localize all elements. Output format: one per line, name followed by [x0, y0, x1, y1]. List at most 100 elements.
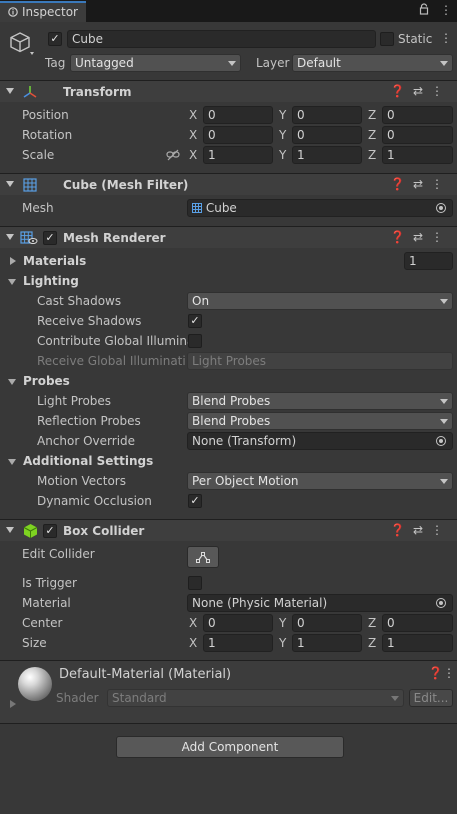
- foldout-arrow-icon[interactable]: [6, 181, 14, 187]
- scale-z-field[interactable]: 1: [382, 146, 453, 164]
- mesh-renderer-header[interactable]: ✓ Mesh Renderer ❓⇄⋮: [0, 226, 457, 248]
- tag-dropdown[interactable]: Untagged: [70, 54, 241, 72]
- chevron-down-icon: [228, 61, 236, 66]
- axis-y-label: Y: [279, 636, 287, 650]
- object-picker-icon[interactable]: [436, 598, 446, 608]
- size-z-field[interactable]: 1: [382, 634, 453, 652]
- tab-inspector[interactable]: Inspector: [0, 1, 86, 22]
- static-dropdown-icon[interactable]: ⋮: [440, 31, 452, 45]
- receive-shadows-label: Receive Shadows: [37, 314, 142, 328]
- collider-material-field[interactable]: None (Physic Material): [187, 594, 453, 612]
- material-foldout-icon[interactable]: [10, 700, 16, 708]
- light-probes-dropdown[interactable]: Blend Probes: [187, 392, 453, 410]
- object-picker-icon[interactable]: [436, 436, 446, 446]
- tab-inspector-label: Inspector: [22, 5, 78, 19]
- edit-collider-label: Edit Collider: [22, 547, 95, 561]
- axis-z-label: Z: [368, 616, 377, 630]
- chevron-down-icon: [440, 61, 448, 66]
- probes-foldout-icon[interactable]: [8, 379, 16, 385]
- help-icon: ❓: [389, 523, 413, 537]
- center-z-field[interactable]: 0: [382, 614, 453, 632]
- lighting-foldout-icon[interactable]: [8, 279, 16, 285]
- edit-collider-button[interactable]: [187, 546, 219, 568]
- box-collider-enabled-checkbox[interactable]: ✓: [43, 524, 57, 538]
- chevron-down-icon: [440, 299, 448, 304]
- reflection-probes-dropdown[interactable]: Blend Probes: [187, 412, 453, 430]
- is-trigger-checkbox[interactable]: [188, 576, 202, 590]
- transform-icon: [22, 84, 38, 103]
- material-title: Default-Material (Material): [59, 667, 232, 682]
- presets-icon: ⇄: [412, 177, 431, 191]
- mesh-filter-icon: [23, 178, 37, 195]
- active-checkbox[interactable]: ✓: [48, 32, 62, 46]
- object-picker-icon[interactable]: [436, 203, 446, 213]
- additional-settings-foldout-icon[interactable]: [8, 459, 16, 465]
- component-header-icons[interactable]: ❓⇄⋮: [390, 523, 451, 537]
- foldout-arrow-icon[interactable]: [6, 527, 14, 533]
- foldout-arrow-icon[interactable]: [6, 88, 14, 94]
- size-y-field[interactable]: 1: [292, 634, 362, 652]
- add-component-button[interactable]: Add Component: [116, 736, 344, 758]
- component-header-icons[interactable]: ❓⇄⋮: [390, 177, 451, 191]
- position-z-field[interactable]: 0: [382, 106, 453, 124]
- position-x-field[interactable]: 0: [203, 106, 273, 124]
- transform-header[interactable]: Transform ❓⇄⋮: [0, 80, 457, 102]
- anchor-override-field[interactable]: None (Transform): [187, 432, 453, 450]
- dynamic-occlusion-checkbox[interactable]: ✓: [188, 494, 202, 508]
- component-header-icons[interactable]: ❓⇄⋮: [390, 84, 451, 98]
- scale-label: Scale: [22, 148, 55, 162]
- help-icon[interactable]: ❓: [428, 666, 443, 680]
- divider: [0, 723, 457, 724]
- mesh-filter-header[interactable]: Cube (Mesh Filter) ❓⇄⋮: [0, 173, 457, 195]
- edit-shader-button: Edit...: [409, 689, 453, 707]
- materials-label[interactable]: Materials: [23, 254, 86, 268]
- mesh-field[interactable]: Cube: [187, 199, 453, 217]
- probes-label[interactable]: Probes: [23, 374, 70, 388]
- axis-x-label: X: [189, 108, 198, 122]
- static-checkbox[interactable]: [380, 32, 394, 46]
- more-options-icon[interactable]: ⋮: [443, 666, 455, 680]
- foldout-arrow-icon[interactable]: [6, 234, 14, 240]
- rotation-label: Rotation: [22, 128, 73, 142]
- axis-z-label: Z: [368, 636, 377, 650]
- layer-dropdown[interactable]: Default: [292, 54, 453, 72]
- center-y-field[interactable]: 0: [292, 614, 362, 632]
- contribute-gi-checkbox[interactable]: [188, 334, 202, 348]
- rotation-z-field[interactable]: 0: [382, 126, 453, 144]
- chevron-down-icon: [440, 419, 448, 424]
- help-icon: ❓: [389, 230, 413, 244]
- layer-value: Default: [297, 56, 341, 70]
- materials-foldout-icon[interactable]: [10, 257, 16, 265]
- materials-count-field[interactable]: 1: [404, 252, 453, 270]
- light-probes-label: Light Probes: [37, 394, 112, 408]
- mesh-renderer-enabled-checkbox[interactable]: ✓: [43, 231, 57, 245]
- presets-icon: ⇄: [412, 230, 431, 244]
- additional-settings-label[interactable]: Additional Settings: [23, 454, 153, 468]
- more-options-icon: ⋮: [431, 177, 451, 191]
- object-name-field[interactable]: Cube: [67, 30, 376, 48]
- more-options-icon[interactable]: ⋮: [440, 3, 452, 17]
- component-header-icons[interactable]: ❓⇄⋮: [390, 230, 451, 244]
- chevron-down-icon: [391, 696, 399, 701]
- size-x-field[interactable]: 1: [203, 634, 273, 652]
- collider-material-label: Material: [22, 596, 71, 610]
- scale-x-field[interactable]: 1: [203, 146, 273, 164]
- lock-icon[interactable]: [419, 3, 429, 18]
- receive-shadows-checkbox[interactable]: ✓: [188, 314, 202, 328]
- constrain-proportions-link-icon[interactable]: [166, 149, 180, 164]
- box-collider-header[interactable]: ✓ Box Collider ❓⇄⋮: [0, 519, 457, 541]
- scale-y-field[interactable]: 1: [292, 146, 362, 164]
- motion-vectors-dropdown[interactable]: Per Object Motion: [187, 472, 453, 490]
- rotation-y-field[interactable]: 0: [292, 126, 362, 144]
- lighting-label[interactable]: Lighting: [23, 274, 79, 288]
- position-y-field[interactable]: 0: [292, 106, 362, 124]
- tab-bar: Inspector ⋮: [0, 0, 457, 22]
- center-label: Center: [22, 616, 63, 630]
- axis-z-label: Z: [368, 148, 377, 162]
- cast-shadows-dropdown[interactable]: On: [187, 292, 453, 310]
- rotation-x-field[interactable]: 0: [203, 126, 273, 144]
- is-trigger-label: Is Trigger: [22, 576, 77, 590]
- center-x-field[interactable]: 0: [203, 614, 273, 632]
- axis-z-label: Z: [368, 128, 377, 142]
- mesh-label: Mesh: [22, 201, 54, 215]
